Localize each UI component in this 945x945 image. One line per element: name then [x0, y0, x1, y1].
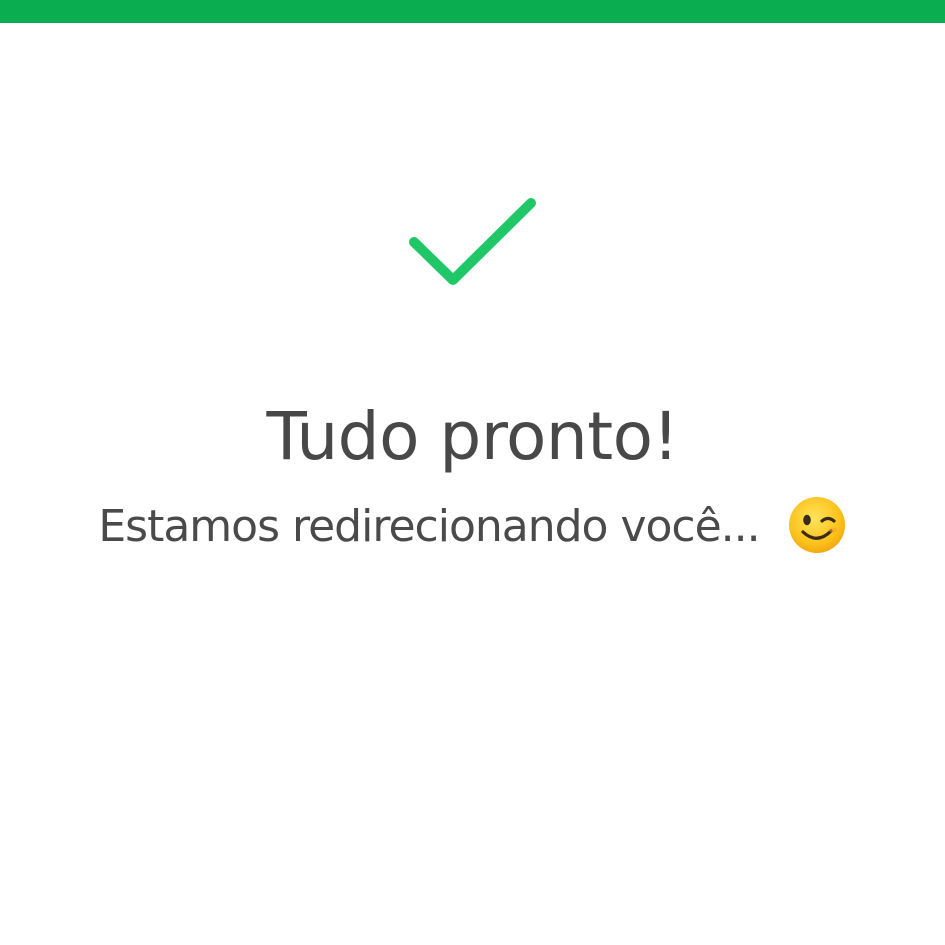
redirect-message: Estamos redirecionando você...: [98, 501, 760, 552]
redirect-message-line: Estamos redirecionando você...: [0, 497, 945, 557]
winking-face-emoji-icon: [788, 497, 845, 553]
success-title: Tudo pronto!: [266, 398, 679, 475]
checkmark-icon: [409, 198, 536, 285]
redirect-page: Tudo pronto! Estamos redirecionando você…: [0, 0, 945, 945]
top-accent-bar: [0, 0, 945, 23]
